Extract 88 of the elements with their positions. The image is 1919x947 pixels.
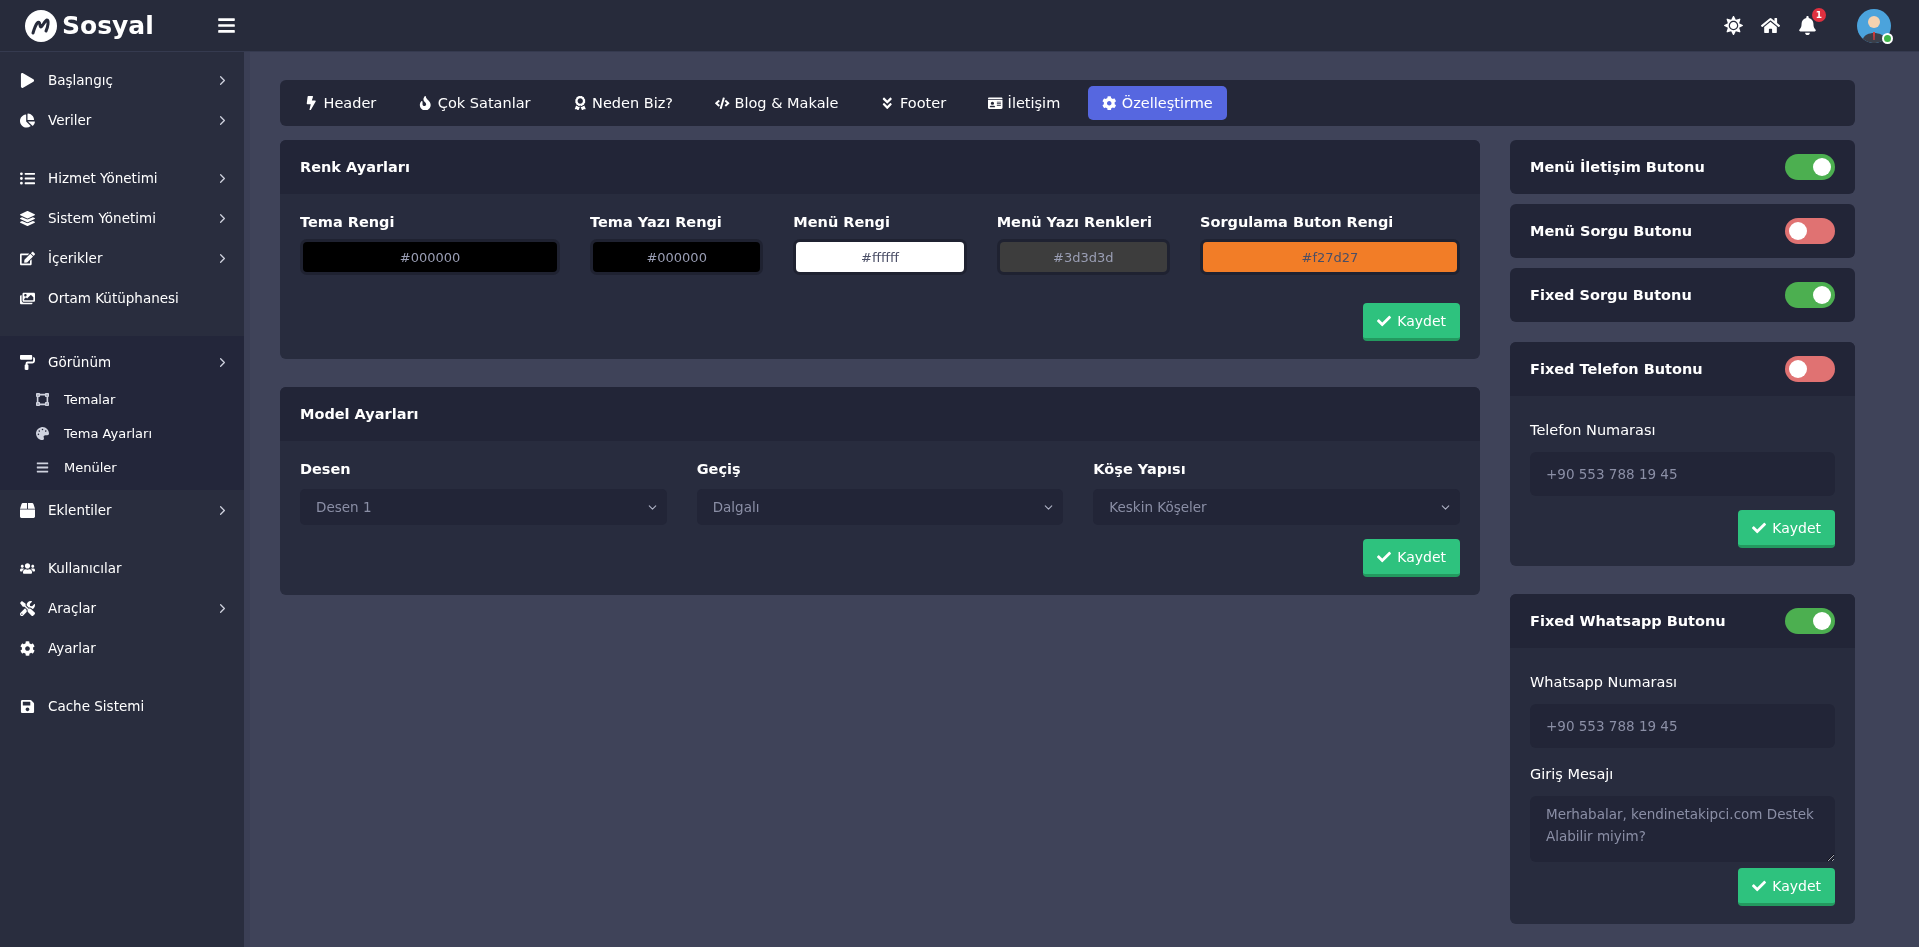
id-card-icon: [988, 95, 1003, 111]
sidebar-item[interactable]: Cache Sistemi: [0, 686, 244, 726]
tab[interactable]: Blog & Makale: [701, 86, 853, 120]
input-field[interactable]: +90 553 788 19 45: [1530, 452, 1835, 496]
settings-icon: [20, 640, 36, 656]
avatar-icon[interactable]: [1857, 8, 1891, 43]
double-chevron-icon: [880, 95, 895, 111]
select-field[interactable]: Desen 1: [300, 489, 667, 525]
home-icon[interactable]: [1761, 16, 1780, 35]
message-field[interactable]: Merhabalar, kendinetakipci.com Destek Alabilir miyim?: [1530, 796, 1835, 862]
toggle-title: Fixed Telefon Butonu: [1530, 361, 1703, 377]
check-icon: [1752, 520, 1767, 535]
field-label: Geçiş: [696, 461, 742, 477]
field-label: Whatsapp Numarası: [1530, 674, 1679, 690]
sidebar-item[interactable]: İçerikler: [0, 238, 244, 278]
settings-icon: [1102, 95, 1117, 111]
tab[interactable]: Footer: [866, 86, 961, 120]
tab[interactable]: Çok Satanlar: [404, 86, 545, 120]
paint-roller-icon: [20, 354, 36, 370]
tools-icon: [20, 600, 36, 616]
check-icon: [1377, 313, 1392, 328]
field-label: Tema Rengi: [300, 214, 396, 230]
menu-icon: [36, 460, 50, 474]
sidebar-item[interactable]: Veriler: [0, 100, 244, 140]
field-label: Desen: [300, 461, 352, 477]
box-icon: [20, 502, 36, 518]
play-icon: [20, 72, 36, 88]
sidebar-subitem[interactable]: Tema Ayarları: [0, 416, 244, 450]
sidebar-item[interactable]: Başlangıç: [0, 60, 244, 100]
sidebar-subitem[interactable]: Temalar: [0, 382, 244, 416]
tab[interactable]: İletişim: [974, 86, 1075, 120]
sidebar-item[interactable]: Ayarlar: [0, 628, 244, 668]
check-icon: [1752, 878, 1767, 893]
sidebar-item[interactable]: Sistem Yönetimi: [0, 198, 244, 238]
field-label: Menü Yazı Renkleri: [996, 214, 1153, 230]
toggle-switch[interactable]: [1785, 218, 1835, 244]
sidebar-item[interactable]: Hizmet Yönetimi: [0, 158, 244, 198]
field-label: Köşe Yapısı: [1093, 461, 1187, 477]
select-field[interactable]: Keskin Köşeler: [1093, 489, 1460, 525]
input-field[interactable]: +90 553 788 19 45: [1530, 704, 1835, 748]
toggle-switch[interactable]: [1785, 282, 1835, 308]
sun-icon[interactable]: [1724, 16, 1743, 35]
color-input[interactable]: #000000: [303, 242, 557, 272]
sidebar-item[interactable]: Eklentiler: [0, 490, 244, 530]
tab[interactable]: Header: [290, 86, 391, 120]
bell-icon[interactable]: [1798, 16, 1817, 35]
sidebar-item[interactable]: Ortam Kütüphanesi: [0, 278, 244, 318]
sidebar-subitem[interactable]: Menüler: [0, 450, 244, 484]
toggle-title: Fixed Whatsapp Butonu: [1530, 613, 1726, 629]
field-label: Sorgulama Buton Rengi: [1200, 214, 1395, 230]
layers-icon: [20, 210, 36, 226]
check-icon: [1377, 549, 1392, 564]
field-label: Telefon Numarası: [1530, 422, 1657, 438]
palette-icon: [36, 426, 50, 440]
fire-icon: [418, 95, 433, 111]
field-label: Tema Yazı Rengi: [590, 214, 723, 230]
list-icon: [20, 170, 36, 186]
toggle-switch[interactable]: [1785, 608, 1835, 634]
field-label: Menü Rengi: [793, 214, 891, 230]
pie-chart-icon: [20, 112, 36, 128]
images-icon: [20, 290, 36, 306]
menu-icon[interactable]: [217, 16, 236, 35]
logo-icon: [24, 8, 58, 43]
notification-badge: 1: [1812, 8, 1826, 22]
bolt-icon: [304, 95, 319, 111]
field-label: Giriş Mesajı: [1530, 766, 1615, 782]
edit-icon: [20, 250, 36, 266]
color-input[interactable]: #000000: [593, 242, 761, 272]
toggle-title: Menü Sorgu Butonu: [1530, 223, 1693, 239]
card-title: Renk Ayarları: [300, 159, 410, 175]
toggle-switch[interactable]: [1785, 154, 1835, 180]
select-field[interactable]: Dalgalı: [696, 489, 1064, 525]
code-icon: [715, 95, 730, 111]
toggle-title: Fixed Sorgu Butonu: [1530, 287, 1692, 303]
brand-name: Sosyal: [62, 11, 155, 40]
sidebar-item[interactable]: Kullanıcılar: [0, 548, 244, 588]
sidebar-item[interactable]: Görünüm: [0, 342, 244, 382]
color-input[interactable]: #ffffff: [796, 242, 964, 272]
save-icon: [20, 698, 36, 714]
users-icon: [20, 560, 36, 576]
tab[interactable]: Özelleştirme: [1088, 86, 1227, 120]
toggle-title: Menü İletişim Butonu: [1530, 159, 1705, 175]
tab[interactable]: Neden Biz?: [558, 86, 687, 120]
color-input[interactable]: #3d3d3d: [999, 242, 1167, 272]
sidebar-item[interactable]: Araçlar: [0, 588, 244, 628]
award-icon: [572, 95, 588, 111]
card-title: Model Ayarları: [300, 406, 419, 422]
toggle-switch[interactable]: [1785, 356, 1835, 382]
